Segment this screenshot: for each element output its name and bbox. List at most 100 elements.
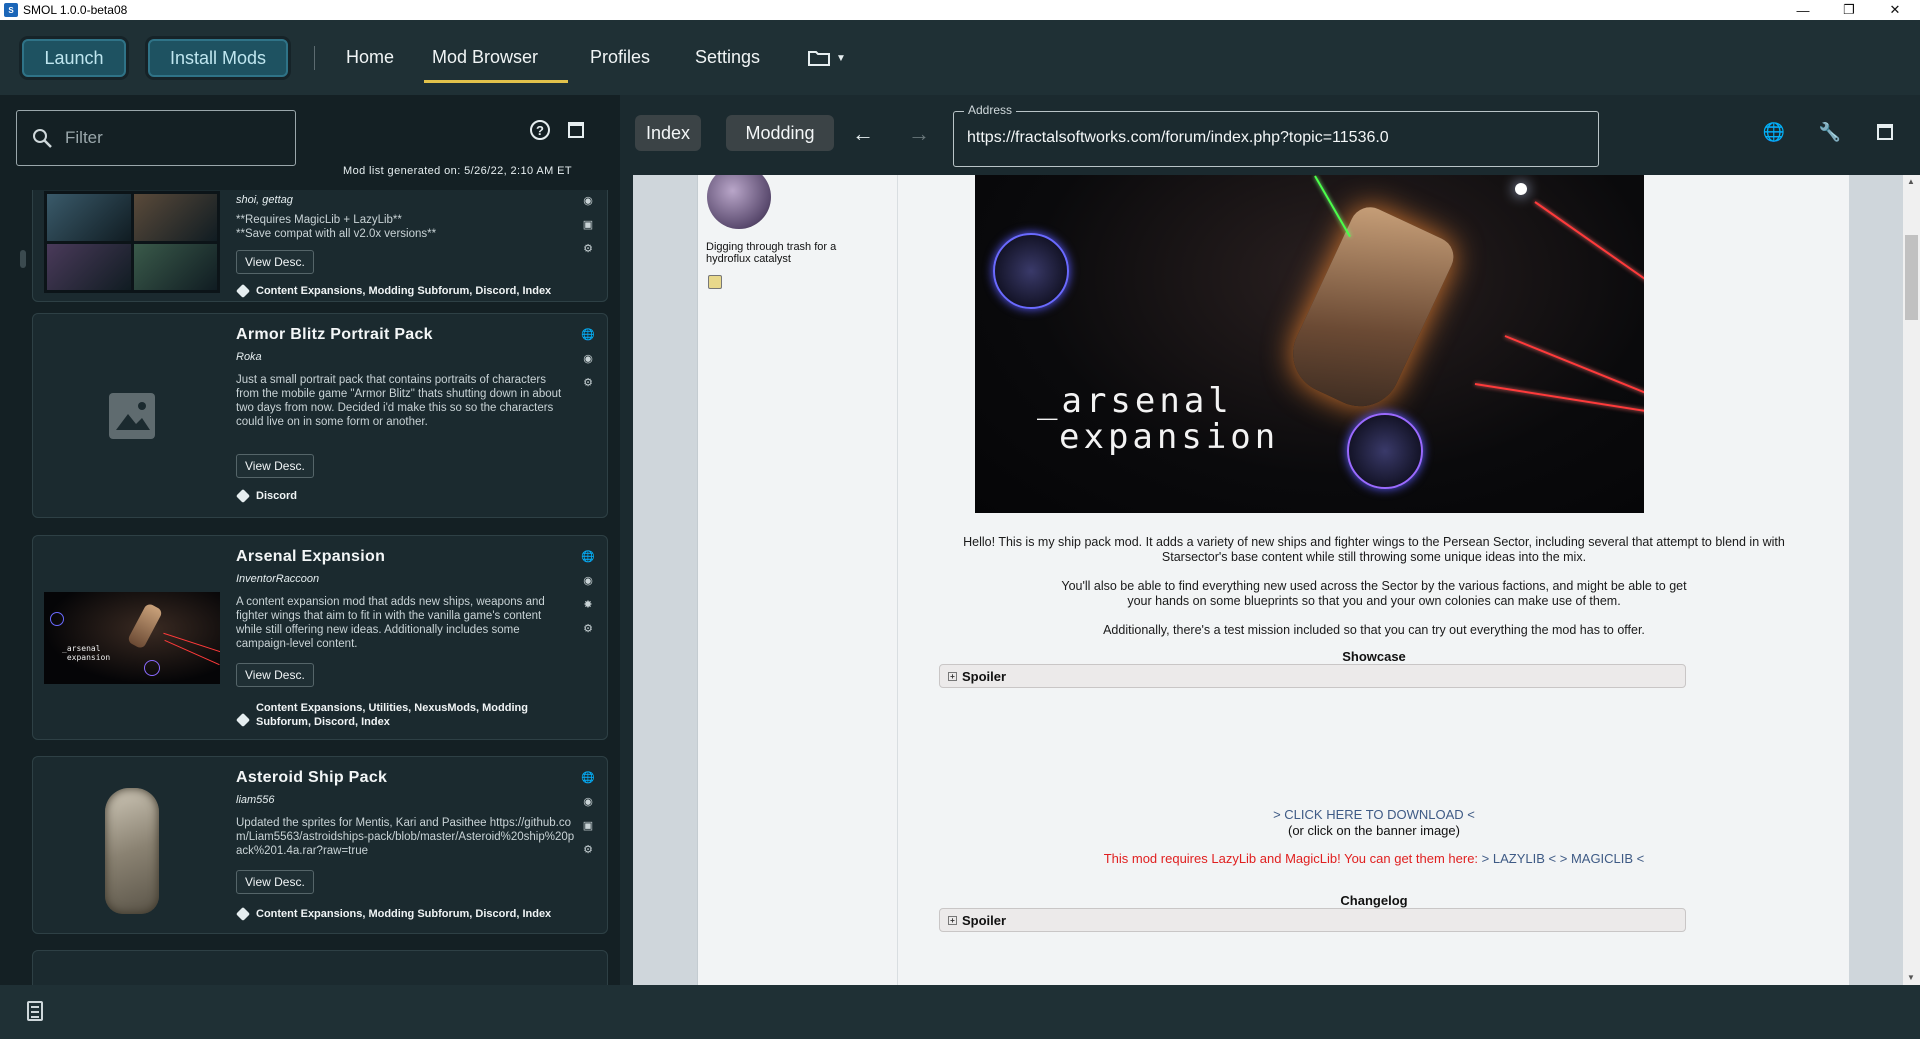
wrench-icon[interactable]: 🔧 xyxy=(1819,122,1841,142)
forward-arrow-icon[interactable]: → xyxy=(908,121,930,147)
download-icon[interactable]: ▣ xyxy=(581,217,595,231)
post-paragraph: You'll also be able to find everything n… xyxy=(1061,579,1687,608)
mod-author: Roka xyxy=(236,351,262,363)
mod-list-generated-text: Mod list generated on: 5/26/22, 2:10 AM … xyxy=(343,165,572,177)
address-input[interactable] xyxy=(967,129,1567,147)
tag-icon xyxy=(235,488,251,504)
mod-description: Just a small portrait pack that contains… xyxy=(236,374,562,428)
scroll-down-icon[interactable]: ▼ xyxy=(1907,973,1915,982)
mod-description: A content expansion mod that adds new sh… xyxy=(236,596,545,650)
settings-icon[interactable]: ⚙ xyxy=(581,241,595,255)
discord-icon[interactable]: ◉ xyxy=(581,193,595,207)
globe-icon[interactable]: 🌐 xyxy=(581,327,595,341)
top-navigation: Launch Install Mods Home Mod Browser Pro… xyxy=(0,20,1920,95)
window-toggle-icon[interactable] xyxy=(1875,122,1895,142)
download-note: (or click on the banner image) xyxy=(1288,823,1460,838)
mod-card: shoi, gettag **Requires MagicLib + LazyL… xyxy=(32,190,608,302)
tag-icon xyxy=(235,283,251,299)
spoiler-toggle[interactable]: + Spoiler xyxy=(939,908,1686,932)
avatar[interactable] xyxy=(707,175,771,229)
settings-icon[interactable]: ⚙ xyxy=(581,842,595,856)
banner-ship xyxy=(1280,200,1460,420)
requirement-text: This mod requires LazyLib and MagicLib! … xyxy=(1103,851,1479,866)
tag-icon xyxy=(235,712,251,728)
mod-card xyxy=(32,950,608,985)
nav-mod-browser[interactable]: Mod Browser xyxy=(432,47,538,68)
mod-tags: Content Expansions, Modding Subforum, Di… xyxy=(235,283,576,299)
view-desc-button[interactable]: View Desc. xyxy=(236,663,314,687)
back-arrow-icon[interactable]: ← xyxy=(852,121,874,147)
mod-tags: Content Expansions, Modding Subforum, Di… xyxy=(235,906,576,922)
banner-logo-line2: expansion xyxy=(1059,417,1280,457)
download-block: > CLICK HERE TO DOWNLOAD < (or click on … xyxy=(898,807,1850,839)
help-icon[interactable]: ? xyxy=(530,120,550,140)
discord-icon[interactable]: ◉ xyxy=(581,351,595,365)
web-scroll-thumb[interactable] xyxy=(1905,235,1918,320)
discord-icon[interactable]: ◉ xyxy=(581,573,595,587)
status-bar xyxy=(0,985,1920,1039)
restore-icon[interactable]: ❐ xyxy=(1826,0,1872,20)
spoiler-toggle[interactable]: + Spoiler xyxy=(939,664,1686,688)
chevron-down-icon: ▼ xyxy=(836,52,846,64)
nav-settings[interactable]: Settings xyxy=(695,47,760,68)
banner-shield xyxy=(1347,413,1423,489)
mod-tags: Content Expansions, Utilities, NexusMods… xyxy=(235,701,576,729)
folder-icon xyxy=(808,51,830,66)
poster-column: Digging through trash for a hydroflux ca… xyxy=(698,175,898,985)
scroll-up-icon[interactable]: ▲ xyxy=(1907,177,1915,186)
globe-icon[interactable]: 🌐 xyxy=(581,770,595,784)
lazylib-link[interactable]: > LAZYLIB < xyxy=(1482,851,1556,866)
nav-separator xyxy=(314,46,315,70)
nav-profiles[interactable]: Profiles xyxy=(590,47,650,68)
nexusmods-icon[interactable]: ✸ xyxy=(581,597,595,611)
expand-icon: + xyxy=(948,915,957,925)
address-field[interactable]: Address xyxy=(953,103,1599,167)
browser-panel: Index Modding ← → Address 🌐 🔧 Digging th… xyxy=(620,95,1920,985)
web-view: Digging through trash for a hydroflux ca… xyxy=(633,175,1920,985)
mod-title: Armor Blitz Portrait Pack xyxy=(236,326,433,343)
install-mods-button[interactable]: Install Mods xyxy=(148,39,288,77)
post-paragraph: Additionally, there's a test mission inc… xyxy=(1103,623,1645,637)
close-icon[interactable]: ✕ xyxy=(1872,0,1918,20)
mod-tags-text: Content Expansions, Modding Subforum, Di… xyxy=(256,908,552,920)
view-desc-button[interactable]: View Desc. xyxy=(236,250,314,274)
folder-menu-button[interactable]: ▼ xyxy=(808,50,846,66)
view-desc-button[interactable]: View Desc. xyxy=(236,454,314,478)
download-icon[interactable]: ▣ xyxy=(581,818,595,832)
download-link[interactable]: > CLICK HERE TO DOWNLOAD < xyxy=(898,807,1850,823)
image-placeholder-icon xyxy=(44,370,220,462)
window-toggle-icon[interactable] xyxy=(568,122,584,138)
globe-icon[interactable]: 🌐 xyxy=(581,549,595,563)
mod-tags: Discord xyxy=(235,488,576,504)
filter-box[interactable] xyxy=(16,110,296,166)
app-icon: S xyxy=(4,3,18,17)
globe-icon[interactable]: 🌐 xyxy=(1763,122,1785,142)
showcase-heading: Showcase xyxy=(1342,649,1406,664)
post-paragraph: Hello! This is my ship pack mod. It adds… xyxy=(963,535,1785,564)
mod-list-panel: ? Mod list generated on: 5/26/22, 2:10 A… xyxy=(0,95,620,985)
mod-description: Updated the sprites for Mentis, Kari and… xyxy=(236,817,575,857)
filter-input[interactable] xyxy=(65,128,285,148)
user-profile-icon[interactable] xyxy=(708,275,722,289)
mod-banner-image[interactable]: _arsenal expansion xyxy=(975,175,1644,513)
web-scrollbar[interactable]: ▲ ▼ xyxy=(1903,175,1920,985)
nav-home[interactable]: Home xyxy=(346,47,394,68)
settings-icon[interactable]: ⚙ xyxy=(581,375,595,389)
magiclib-link[interactable]: > MAGICLIB < xyxy=(1560,851,1645,866)
spoiler-label: Spoiler xyxy=(962,668,1007,684)
discord-icon[interactable]: ◉ xyxy=(581,794,595,808)
tab-modding[interactable]: Modding xyxy=(726,115,834,151)
mod-card: Armor Blitz Portrait Pack Roka Just a sm… xyxy=(32,313,608,518)
launch-button[interactable]: Launch xyxy=(22,39,126,77)
changelog-heading: Changelog xyxy=(1340,893,1408,908)
settings-icon[interactable]: ⚙ xyxy=(581,621,595,635)
minimize-icon[interactable]: — xyxy=(1780,0,1826,20)
tag-icon xyxy=(235,906,251,922)
address-label: Address xyxy=(964,103,1017,117)
tab-index[interactable]: Index xyxy=(635,115,701,151)
view-desc-button[interactable]: View Desc. xyxy=(236,870,314,894)
log-icon[interactable] xyxy=(27,1001,43,1021)
post-body: Hello! This is my ship pack mod. It adds… xyxy=(898,535,1850,652)
spoiler-label: Spoiler xyxy=(962,912,1007,928)
thumbnail-logo: _arsenal expansion xyxy=(62,644,111,662)
